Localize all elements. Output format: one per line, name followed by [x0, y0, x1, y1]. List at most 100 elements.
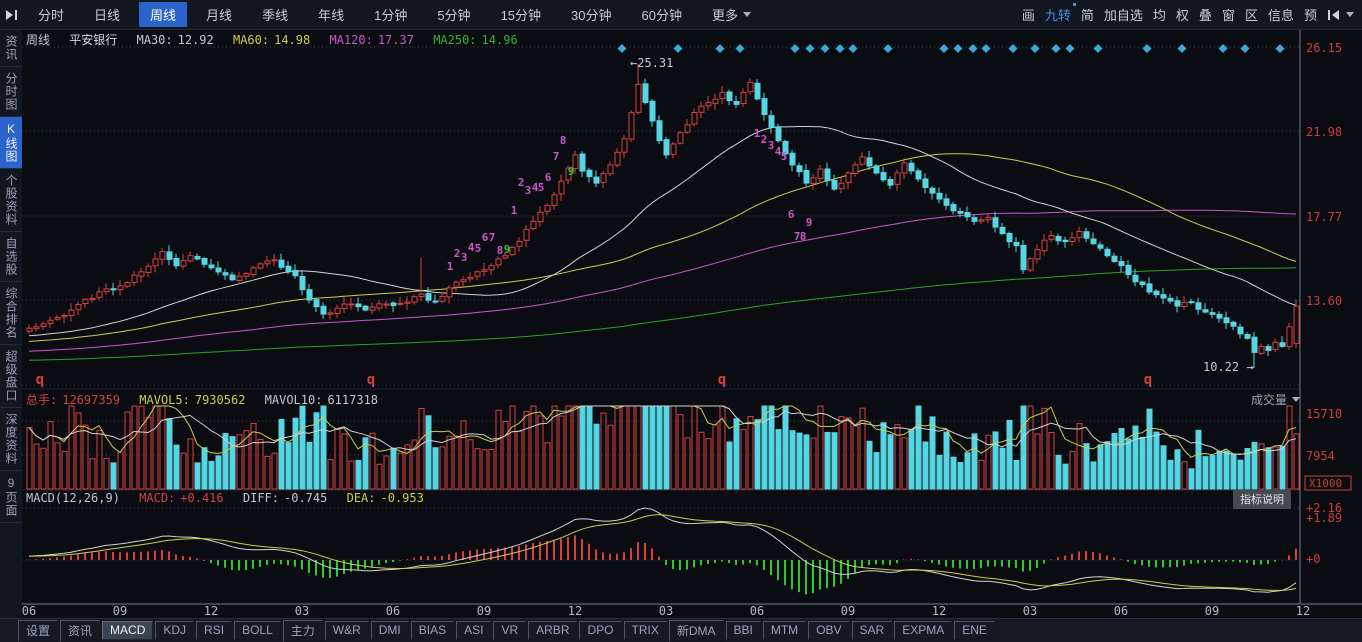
tool-加自选[interactable]: 加自选 [1104, 5, 1143, 24]
svg-text:09: 09 [1205, 604, 1219, 618]
indicator-button-OBV[interactable]: OBV [808, 621, 850, 640]
svg-text:X1000: X1000 [1309, 477, 1342, 490]
tab-分时[interactable]: 分时 [27, 2, 75, 27]
svg-text:8: 8 [800, 230, 807, 243]
indicator-button-ENE[interactable]: ENE [954, 621, 995, 640]
svg-text:9: 9 [504, 243, 511, 256]
indicator-button-ARBR[interactable]: ARBR [528, 621, 578, 640]
tool-预[interactable]: 预 [1304, 5, 1317, 24]
svg-text:q: q [1144, 372, 1152, 388]
svg-text:06: 06 [1114, 604, 1128, 618]
indicator-button-W&R[interactable]: W&R [324, 621, 369, 640]
svg-text:8: 8 [497, 244, 504, 257]
tool-均[interactable]: 均 [1153, 5, 1166, 24]
tab-月线[interactable]: 月线 [195, 2, 243, 27]
indicator-button-BBI[interactable]: BBI [725, 621, 761, 640]
tool-叠[interactable]: 叠 [1199, 5, 1212, 24]
svg-text:5: 5 [781, 150, 788, 163]
sidebar-item-个股资料[interactable]: 个股资料 [0, 169, 22, 232]
sidebar-item-K线图[interactable]: K线图 [0, 117, 22, 169]
kline-chart[interactable]: 12 34 56 78 9123 4 567891 2 3 4 567 89q q q q←25.3110.… [22, 30, 1362, 618]
panel-collapse-icon[interactable] [4, 9, 19, 21]
svg-text:12: 12 [1296, 604, 1310, 618]
svg-text:09: 09 [113, 604, 127, 618]
indicator-button-资讯[interactable]: 资讯 [60, 619, 101, 642]
svg-text:9: 9 [568, 165, 575, 178]
sidebar-item-自选股[interactable]: 自选股 [0, 232, 22, 282]
indicator-button-ASI[interactable]: ASI [456, 621, 492, 640]
svg-text:+0: +0 [1306, 552, 1320, 566]
svg-text:6: 6 [788, 208, 795, 221]
sidebar-item-分时图[interactable]: 分时图 [0, 67, 22, 117]
tool-窗[interactable]: 窗 [1222, 5, 1235, 24]
svg-text:12: 12 [204, 604, 218, 618]
tab-季线[interactable]: 季线 [251, 2, 299, 27]
indicator-button-设置[interactable]: 设置 [18, 619, 59, 642]
svg-text:q: q [718, 372, 726, 388]
sidebar-item-深度资料[interactable]: 深度资料 [0, 408, 22, 471]
indicator-button-主力[interactable]: 主力 [282, 619, 323, 642]
svg-text:15710: 15710 [1306, 407, 1342, 421]
indicator-toolbar: 设置 资讯 MACD KDJ RSI BOLL 主力 W&R DMI BIAS ASI VR ARBR D… [0, 618, 1362, 642]
sidebar-item-超级盘口[interactable]: 超级盘口 [0, 345, 22, 408]
tool-信息[interactable]: 信息 [1268, 5, 1294, 24]
svg-text:2: 2 [761, 133, 768, 146]
indicator-button-TRIX[interactable]: TRIX [623, 621, 667, 640]
svg-text:17.77: 17.77 [1306, 210, 1342, 224]
svg-text:12: 12 [568, 604, 582, 618]
indicator-button-MACD[interactable]: MACD [102, 621, 154, 640]
svg-text:3: 3 [768, 139, 775, 152]
tab-5分钟[interactable]: 5分钟 [426, 2, 481, 27]
svg-text:7: 7 [553, 150, 560, 163]
toolbar-right-items: 画九转简加自选均权叠窗区信息预 [1012, 3, 1317, 24]
indicator-button-RSI[interactable]: RSI [196, 621, 233, 640]
svg-text:09: 09 [841, 604, 855, 618]
indicator-button-BIAS[interactable]: BIAS [410, 621, 455, 640]
toolbar-right: 画九转简加自选均权叠窗区信息预 [1012, 3, 1354, 24]
tool-简[interactable]: 简 [1081, 5, 1094, 24]
trading-app: 分时 日线 周线 月线 季线 年线 1分钟 5分钟 15分钟 30分钟 60分钟 更多 画九转简加自选… [0, 0, 1362, 642]
tab-周线[interactable]: 周线 [139, 2, 188, 27]
tab-1分钟[interactable]: 1分钟 [363, 2, 418, 27]
sidebar-item-综合排名[interactable]: 综合排名 [0, 282, 22, 345]
indicator-button-BOLL[interactable]: BOLL [234, 621, 281, 640]
svg-text:1: 1 [754, 127, 761, 140]
svg-text:1: 1 [447, 260, 454, 273]
svg-text:9: 9 [806, 216, 813, 229]
indicator-help-tooltip[interactable]: 指标说明 [1233, 490, 1291, 509]
tab-15分钟[interactable]: 15分钟 [490, 2, 552, 27]
toolbar-dropdown-icon[interactable] [1346, 12, 1354, 17]
svg-text:06: 06 [750, 604, 764, 618]
chevron-down-icon [1292, 397, 1300, 402]
svg-text:7: 7 [489, 231, 496, 244]
tool-区[interactable]: 区 [1245, 5, 1258, 24]
tool-权[interactable]: 权 [1176, 5, 1189, 24]
tab-年线[interactable]: 年线 [307, 2, 355, 27]
indicator-button-SAR[interactable]: SAR [851, 621, 893, 640]
tab-更多[interactable]: 更多 [701, 2, 762, 27]
indicator-button-KDJ[interactable]: KDJ [155, 621, 195, 640]
svg-text:1: 1 [511, 204, 518, 217]
jump-to-left-icon[interactable] [1327, 9, 1341, 21]
indicator-button-EXPMA[interactable]: EXPMA [894, 621, 953, 640]
volume-selector-label: 成交量 [1250, 393, 1287, 407]
svg-text:8: 8 [560, 134, 567, 147]
tab-日线[interactable]: 日线 [83, 2, 131, 27]
period-tabs: 分时 日线 周线 月线 季线 年线 1分钟 5分钟 15分钟 30分钟 60分钟 更多 [27, 2, 770, 27]
svg-text:7954: 7954 [1306, 449, 1335, 463]
volume-indicator-selector[interactable]: 成交量 [1236, 391, 1300, 408]
tab-60分钟[interactable]: 60分钟 [631, 2, 693, 27]
tool-九转[interactable]: 九转 [1045, 3, 1076, 24]
sidebar-item-9页面[interactable]: 9页面 [0, 471, 22, 523]
svg-text:13.60: 13.60 [1306, 294, 1342, 308]
indicator-button-DMI[interactable]: DMI [370, 621, 409, 640]
new-dot-icon [1072, 3, 1076, 6]
svg-text:5: 5 [538, 181, 545, 194]
indicator-button-新DMA[interactable]: 新DMA [668, 619, 724, 642]
tool-画[interactable]: 画 [1022, 5, 1035, 24]
indicator-button-MTM[interactable]: MTM [762, 621, 807, 640]
tab-30分钟[interactable]: 30分钟 [560, 2, 622, 27]
indicator-button-DPO[interactable]: DPO [579, 621, 622, 640]
sidebar-item-资讯[interactable]: 资讯 [0, 30, 22, 67]
indicator-button-VR[interactable]: VR [493, 621, 527, 640]
